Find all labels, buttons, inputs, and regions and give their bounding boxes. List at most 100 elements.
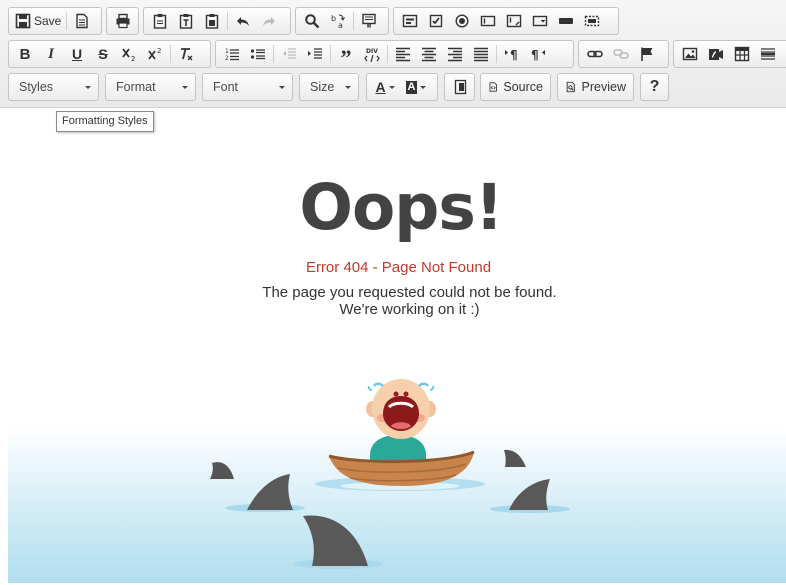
boy-eye: [403, 391, 409, 397]
align-center-button[interactable]: [416, 42, 442, 66]
separator: [273, 45, 274, 63]
radio-button[interactable]: [449, 9, 475, 33]
strikethrough-button[interactable]: S: [90, 42, 116, 66]
new-page-button[interactable]: [69, 9, 95, 33]
shark-fin: [210, 462, 234, 479]
svg-text:2: 2: [131, 55, 135, 62]
anchor-button[interactable]: [634, 42, 660, 66]
table-button[interactable]: [729, 42, 755, 66]
text-field-button[interactable]: [475, 9, 501, 33]
unlink-button[interactable]: [608, 42, 634, 66]
input-button-button[interactable]: [553, 9, 579, 33]
form-button[interactable]: [397, 9, 423, 33]
source-button[interactable]: Source: [480, 73, 551, 101]
source-label: Source: [503, 80, 543, 94]
size-combo-label: Size: [310, 80, 335, 94]
outdent-icon: [283, 48, 296, 59]
chevron-down-icon: [279, 86, 285, 89]
clipboard-group: [143, 7, 291, 35]
text-color-button[interactable]: A: [370, 75, 400, 99]
paste-text-icon: [179, 14, 193, 29]
find-icon: [305, 14, 320, 29]
print-group: [106, 7, 139, 35]
flash-icon: [709, 49, 723, 60]
numbered-list-button[interactable]: 12: [219, 42, 245, 66]
italic-button[interactable]: I: [38, 42, 64, 66]
justify-icon: [474, 47, 488, 62]
remove-format-button[interactable]: [173, 42, 199, 66]
bulleted-list-button[interactable]: [245, 42, 271, 66]
maximize-group: [444, 73, 475, 101]
help-button[interactable]: ?: [640, 73, 669, 101]
format-combo[interactable]: Format: [105, 73, 196, 101]
styles-combo[interactable]: Styles: [8, 73, 99, 101]
subscript-button[interactable]: 2: [116, 42, 142, 66]
checkbox-button[interactable]: [423, 9, 449, 33]
ltr-button[interactable]: ¶: [499, 42, 525, 66]
source-icon: [489, 82, 497, 92]
indent-button[interactable]: [302, 42, 328, 66]
svg-text:2: 2: [225, 55, 229, 62]
chevron-down-icon: [420, 85, 427, 89]
unlink-icon: [613, 49, 629, 59]
boy-eye: [393, 391, 399, 397]
format-combo-label: Format: [116, 80, 156, 94]
undo-icon: [237, 17, 249, 26]
replace-icon: ba: [331, 14, 345, 29]
find-button[interactable]: [299, 9, 325, 33]
rtl-button[interactable]: ¶: [525, 42, 551, 66]
horizontal-rule-button[interactable]: [755, 42, 781, 66]
superscript-button[interactable]: 2: [142, 42, 168, 66]
underline-button[interactable]: U: [64, 42, 90, 66]
image-button[interactable]: [677, 42, 703, 66]
align-right-button[interactable]: [442, 42, 468, 66]
chevron-down-icon: [85, 86, 91, 89]
separator: [387, 45, 388, 63]
flash-button[interactable]: [703, 42, 729, 66]
hidden-field-button[interactable]: [579, 9, 605, 33]
blockquote-button[interactable]: ”: [333, 38, 359, 70]
show-blocks-button[interactable]: [448, 75, 474, 99]
paste-button[interactable]: [147, 9, 173, 33]
background-color-button[interactable]: A: [400, 75, 432, 99]
undo-button[interactable]: [230, 9, 256, 33]
links-group: [578, 40, 669, 68]
shark-fin: [303, 515, 368, 566]
shark-fin: [247, 474, 293, 510]
select-all-button[interactable]: [356, 9, 382, 33]
link-button[interactable]: [582, 42, 608, 66]
bulleted-list-icon: [250, 49, 265, 60]
checkbox-icon: [429, 14, 443, 28]
paste-word-icon: [205, 14, 219, 29]
separator: [496, 45, 497, 63]
editor-content[interactable]: Oops! Error 404 - Page Not Found The pag…: [0, 108, 786, 585]
show-blocks-icon: [454, 79, 467, 95]
new-page-icon: [76, 13, 89, 29]
svg-text:b: b: [331, 14, 336, 23]
select-field-button[interactable]: [527, 9, 553, 33]
tear-drop: [429, 385, 435, 391]
redo-button[interactable]: [256, 9, 282, 33]
justify-button[interactable]: [468, 42, 494, 66]
save-icon: [15, 13, 31, 29]
replace-button[interactable]: ba: [325, 9, 351, 33]
remove-format-icon: [181, 48, 193, 61]
bold-button[interactable]: B: [12, 42, 38, 66]
paste-text-button[interactable]: [173, 9, 199, 33]
print-button[interactable]: [110, 9, 136, 33]
div-container-button[interactable]: DIV: [359, 42, 385, 66]
text-field-icon: [480, 15, 496, 27]
align-left-button[interactable]: [390, 42, 416, 66]
save-button[interactable]: Save: [12, 9, 64, 33]
separator: [66, 12, 68, 30]
font-combo[interactable]: Font: [202, 73, 293, 101]
shark-fin: [504, 449, 526, 467]
outdent-button[interactable]: [276, 42, 302, 66]
separator: [170, 45, 171, 63]
textarea-button[interactable]: [501, 9, 527, 33]
radio-icon: [455, 14, 469, 28]
paste-from-word-button[interactable]: [199, 9, 225, 33]
preview-button[interactable]: Preview: [557, 73, 634, 101]
size-combo[interactable]: Size: [299, 73, 359, 101]
tear-drop: [418, 382, 430, 387]
